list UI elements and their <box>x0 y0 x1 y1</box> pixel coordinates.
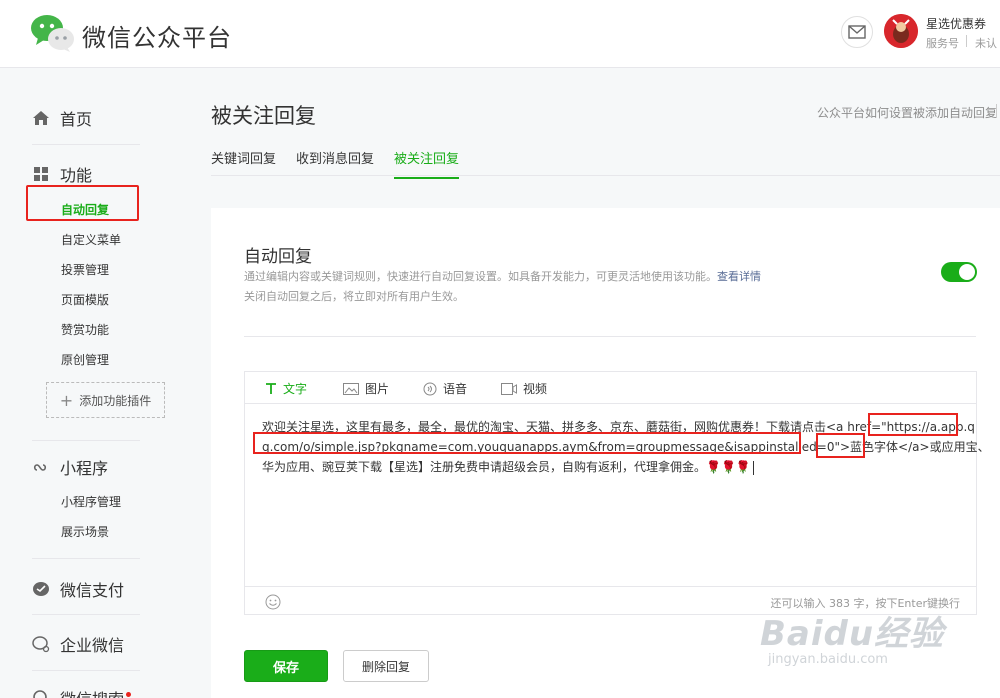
content-line-text: 华为应用、豌豆荚下载【星选】注册免费申请超级会员，自购有返利，代理拿佣金。🌹🌹🌹 <box>262 460 751 474</box>
sidebar-section-mini-program[interactable]: 小程序 <box>32 455 108 479</box>
highlight-box <box>253 432 801 454</box>
card-title: 自动回复 <box>244 247 312 267</box>
sidebar-section-pay[interactable]: 微信支付 <box>32 577 124 601</box>
wechat-pay-icon <box>32 580 50 598</box>
grid-icon <box>32 165 50 183</box>
editor-tabs: 文字 图片 语音 视频 <box>245 372 976 404</box>
mail-icon <box>848 25 866 39</box>
sidebar-item-original[interactable]: 原创管理 <box>61 351 109 368</box>
editor-tab-label: 图片 <box>365 382 390 396</box>
divider <box>32 144 140 145</box>
account-verify-status: 未认 <box>975 37 997 50</box>
divider <box>244 336 976 337</box>
add-plugin-label: 添加功能插件 <box>79 393 152 408</box>
divider <box>966 35 967 47</box>
message-button[interactable] <box>841 16 873 48</box>
sidebar-item-reward[interactable]: 赞赏功能 <box>61 321 109 338</box>
divider <box>211 175 1000 176</box>
sidebar-item-label: 企业微信 <box>60 636 125 655</box>
sidebar-section-features[interactable]: 功能 <box>32 162 92 186</box>
help-link[interactable]: 公众平台如何设置被添加自动回复 <box>817 104 997 121</box>
view-details-link[interactable]: 查看详情 <box>717 270 761 283</box>
account-name[interactable]: 星选优惠券 <box>926 15 986 32</box>
divider <box>996 104 997 118</box>
account-type: 服务号 <box>926 37 959 50</box>
sidebar-item-label: 微信搜索 <box>60 686 124 698</box>
highlight-box <box>816 433 865 458</box>
sidebar-item-label: 首页 <box>60 110 93 129</box>
sidebar-item-custom-menu[interactable]: 自定义菜单 <box>61 231 121 248</box>
mini-program-icon <box>32 458 50 476</box>
wechat-logo-icon <box>31 15 74 52</box>
text-caret <box>752 460 754 475</box>
baidu-watermark: Baidu经验 jingyan.baidu.com <box>760 606 945 667</box>
sidebar-item-vote[interactable]: 投票管理 <box>61 261 109 278</box>
brand-title[interactable]: 微信公众平台 <box>82 18 232 53</box>
add-plugin-button[interactable]: + 添加功能插件 <box>46 382 165 418</box>
emoji-button[interactable] <box>265 594 281 614</box>
editor-tab-text[interactable]: 文字 <box>265 380 307 397</box>
card-note: 关闭自动回复之后，将立即对所有用户生效。 <box>244 290 464 303</box>
video-icon <box>501 382 517 395</box>
sidebar-item-scene[interactable]: 展示场景 <box>61 523 109 540</box>
sidebar-item-mini-manage[interactable]: 小程序管理 <box>61 493 121 510</box>
divider <box>32 670 140 671</box>
delete-reply-button[interactable]: 删除回复 <box>343 650 429 682</box>
watermark-logo: Baidu经验 <box>760 614 945 654</box>
image-icon <box>343 382 359 395</box>
auto-reply-toggle[interactable] <box>941 262 977 282</box>
save-button[interactable]: 保存 <box>244 650 328 682</box>
sidebar-section-work[interactable]: 企业微信 <box>32 632 124 656</box>
editor-tab-label: 语音 <box>443 382 468 396</box>
divider <box>32 614 140 615</box>
sidebar-item-home[interactable]: 首页 <box>32 106 92 130</box>
text-icon <box>265 382 277 395</box>
sidebar-item-label: 功能 <box>60 166 93 185</box>
editor-tab-label: 视频 <box>523 382 548 396</box>
account-avatar[interactable] <box>884 14 918 48</box>
work-wechat-icon <box>32 635 50 653</box>
notification-dot <box>126 692 131 697</box>
toggle-knob <box>959 264 975 280</box>
home-icon <box>32 109 50 127</box>
description-text: 通过编辑内容或关键词规则，快速进行自动回复设置。如具备开发能力，可更灵活地使用该… <box>244 270 717 283</box>
editor-tab-label: 文字 <box>283 382 308 396</box>
search-icon <box>32 689 50 698</box>
card-description: 通过编辑内容或关键词规则，快速进行自动回复设置。如具备开发能力，可更灵活地使用该… <box>244 268 761 284</box>
sidebar-item-label: 小程序 <box>60 459 109 478</box>
editor-tab-voice[interactable]: 语音 <box>423 380 467 397</box>
editor-tab-video[interactable]: 视频 <box>501 380 547 397</box>
divider <box>32 558 140 559</box>
reply-editor: 文字 图片 语音 视频 欢迎关注星选，这里有最多，最全，最优的淘宝、天猫、拼多多… <box>244 371 990 615</box>
voice-icon <box>423 382 437 396</box>
divider <box>32 440 140 441</box>
content-line: 华为应用、豌豆荚下载【星选】注册免费申请超级会员，自购有返利，代理拿佣金。🌹🌹🌹 <box>262 457 962 477</box>
highlight-box <box>868 413 958 436</box>
page-title: 被关注回复 <box>211 104 316 128</box>
sidebar-item-label: 微信支付 <box>60 581 125 600</box>
editor-tab-image[interactable]: 图片 <box>343 380 389 397</box>
plus-icon: + <box>59 390 74 410</box>
sidebar-item-auto-reply[interactable]: 自动回复 <box>61 201 109 218</box>
watermark-url: jingyan.baidu.com <box>768 652 888 667</box>
top-header: 微信公众平台 星选优惠券 服务号 未认 <box>0 0 1000 68</box>
emoji-icon <box>265 594 281 610</box>
sidebar-section-search[interactable]: 微信搜索 <box>32 686 124 698</box>
sidebar-item-page-template[interactable]: 页面模版 <box>61 291 109 308</box>
